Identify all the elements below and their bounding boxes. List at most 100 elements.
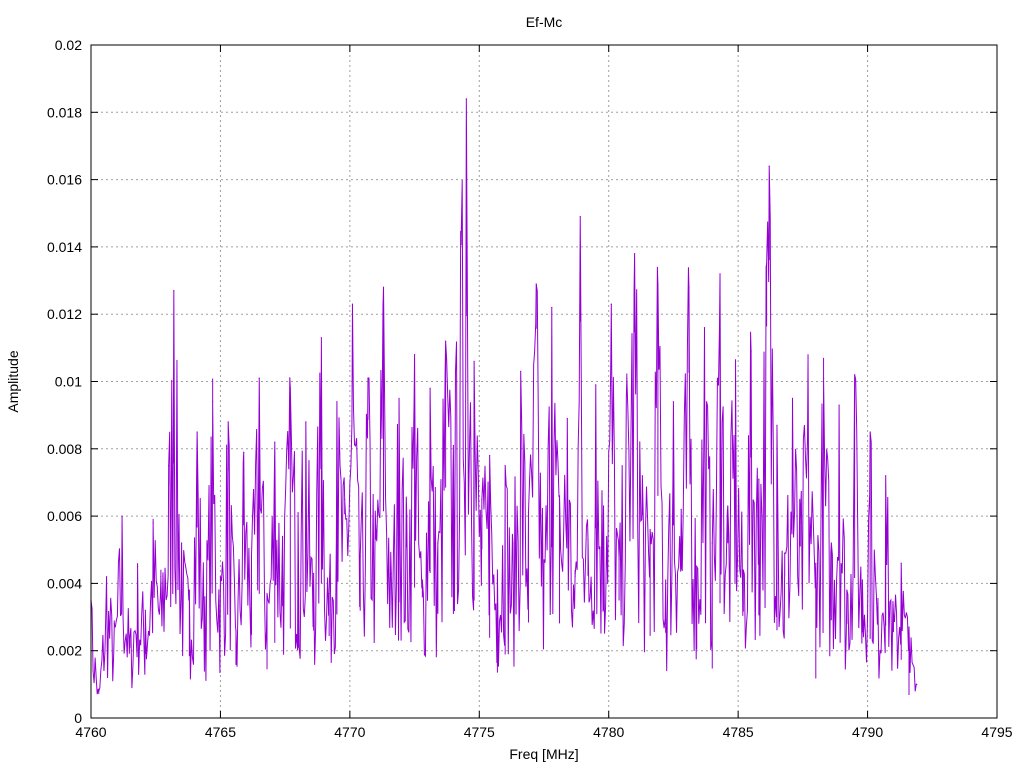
data-point	[791, 397, 794, 399]
data-point	[196, 431, 198, 433]
data-point	[807, 357, 809, 359]
data-point	[520, 370, 522, 373]
data-point	[367, 377, 369, 379]
data-point	[398, 397, 400, 399]
data-point	[421, 579, 423, 581]
data-point	[657, 283, 659, 285]
data-point	[113, 623, 115, 625]
data-point	[235, 629, 237, 632]
data-point	[168, 465, 170, 467]
data-point	[711, 542, 713, 544]
data-point	[742, 569, 744, 571]
data-point	[390, 572, 392, 574]
data-point	[626, 377, 628, 379]
data-point	[250, 555, 253, 558]
data-point	[305, 421, 307, 423]
data-point	[460, 239, 462, 241]
data-point	[344, 498, 346, 500]
data-point	[212, 401, 214, 403]
y-tick-label: 0	[74, 710, 82, 726]
data-point	[665, 579, 667, 581]
y-tick-label: 0.014	[47, 239, 82, 255]
data-point	[558, 495, 561, 497]
y-tick-label: 0.016	[47, 172, 82, 188]
data-point	[595, 384, 597, 386]
data-point	[602, 505, 605, 507]
data-point	[885, 475, 887, 477]
data-point	[799, 522, 801, 524]
data-point	[727, 505, 729, 507]
data-point	[784, 552, 786, 554]
x-tick-labels: 4760 4765 4770 4775 4780 4785 4790 4795	[75, 724, 1012, 740]
data-point	[672, 401, 675, 403]
y-tick-label: 0.018	[47, 104, 82, 120]
data-point	[610, 303, 612, 305]
data-point	[750, 350, 752, 352]
data-point	[551, 306, 553, 309]
data-point	[297, 512, 299, 514]
data-point	[512, 542, 514, 544]
data-point	[336, 401, 338, 403]
data-point	[289, 387, 291, 389]
y-tick-label: 0.02	[55, 37, 82, 53]
data-point	[892, 613, 895, 615]
data-point	[429, 387, 431, 389]
data-point	[413, 353, 416, 356]
data-point	[815, 562, 817, 564]
data-point	[680, 508, 682, 510]
data-point	[313, 572, 315, 574]
data-point	[734, 360, 737, 362]
data-point	[543, 559, 545, 561]
data-point	[382, 286, 385, 288]
data-point	[846, 589, 848, 591]
data-point	[822, 377, 825, 379]
x-tick-label: 4770	[334, 724, 365, 740]
data-point	[227, 421, 229, 423]
chart-svg: 4760 4765 4770 4775 4780 4785 4790 4795 00.0020…	[5, 14, 1013, 762]
y-tick-labels: 0 0.002 0.004 0.006 0.008 0.01 0.012 0.014 0.016…	[47, 37, 82, 726]
data-point	[766, 263, 768, 265]
data-point	[566, 417, 568, 420]
data-point	[406, 515, 408, 517]
data-point	[359, 555, 361, 558]
data-point	[181, 542, 183, 544]
data-point	[641, 475, 643, 477]
data-point	[173, 290, 175, 292]
data-point	[219, 576, 222, 578]
data-point	[854, 374, 856, 376]
data-point	[688, 286, 690, 288]
data-point	[696, 565, 698, 568]
data-point	[587, 539, 589, 541]
data-point	[375, 525, 377, 527]
data-point	[445, 340, 447, 342]
data-point	[496, 569, 499, 571]
data-point	[703, 327, 706, 329]
x-tick-label: 4795	[981, 724, 1012, 740]
data-point	[634, 253, 636, 255]
data-point	[473, 360, 475, 362]
data-point	[900, 562, 902, 564]
data-point	[258, 377, 260, 379]
data-point	[160, 576, 162, 578]
data-point	[281, 535, 284, 537]
data-point	[266, 592, 268, 595]
data-point	[838, 404, 840, 406]
x-tick-label: 4760	[75, 724, 106, 740]
y-tick-label: 0.002	[47, 643, 82, 659]
data-point	[136, 565, 139, 568]
data-point	[274, 441, 276, 443]
data-point	[618, 559, 620, 561]
data-point	[465, 98, 467, 100]
data-point	[527, 512, 530, 514]
x-tick-label: 4780	[593, 724, 624, 740]
data-point	[152, 522, 154, 524]
y-axis-title: Amplitude	[5, 350, 21, 412]
y-tick-label: 0.006	[47, 508, 82, 524]
data-point	[535, 283, 537, 285]
data-point	[908, 626, 910, 628]
x-axis-title: Freq [MHz]	[509, 746, 578, 762]
x-tick-label: 4765	[205, 724, 236, 740]
data-point	[204, 596, 206, 598]
data-point	[877, 602, 879, 605]
y-tick-label: 0.008	[47, 441, 82, 457]
